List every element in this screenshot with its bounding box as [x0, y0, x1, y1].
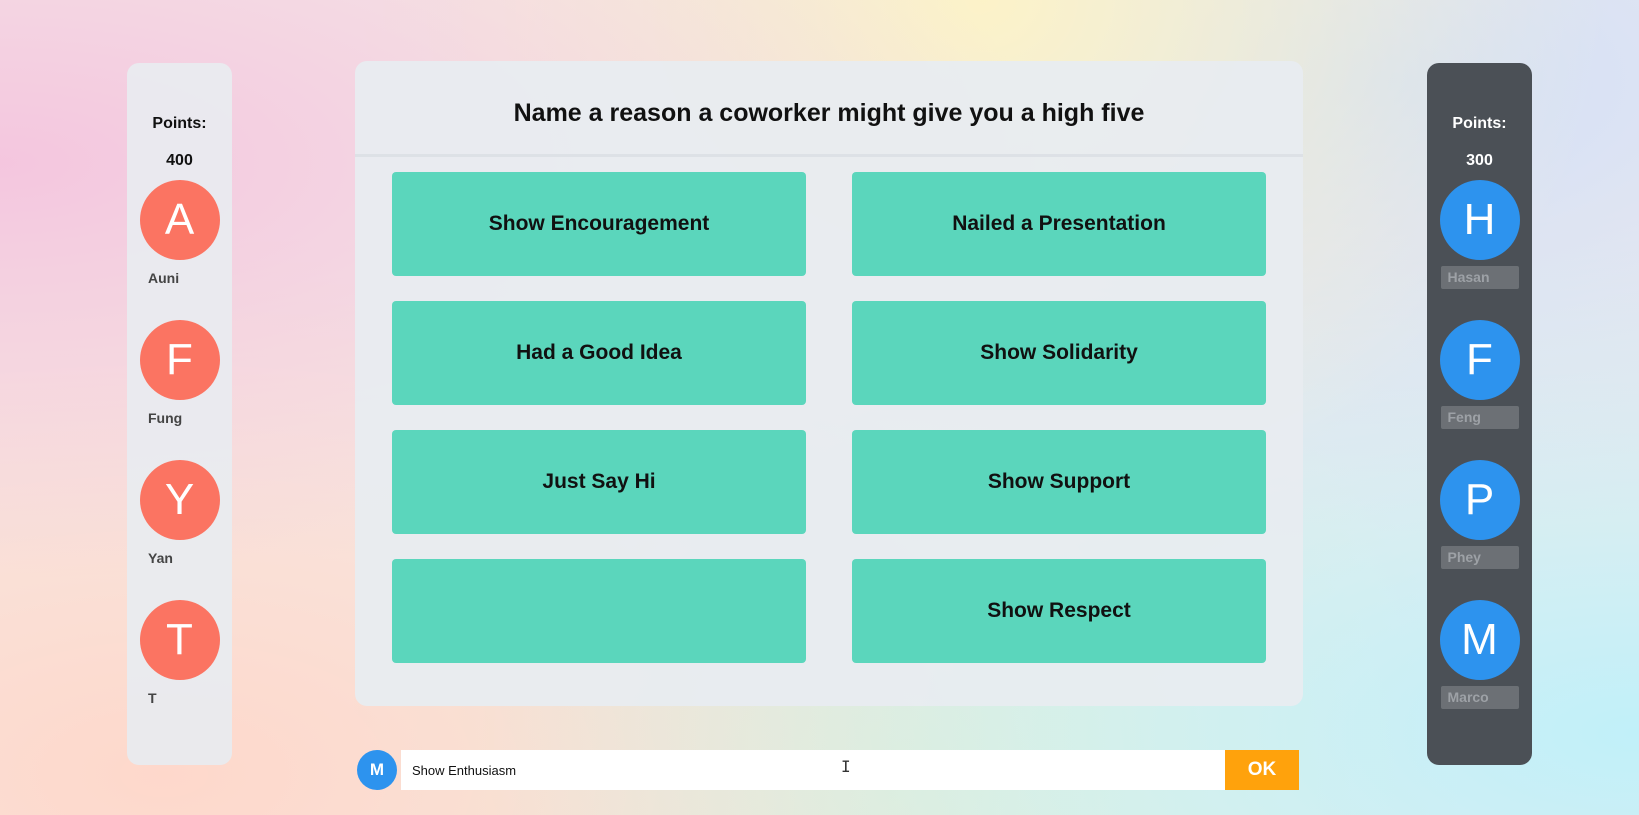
avatar: F [1439, 320, 1520, 400]
player-name: Fung [148, 410, 183, 426]
right-player: H Hasan [1427, 180, 1532, 320]
player-name: Phey [1440, 546, 1519, 569]
right-team-panel: Points: 300 H Hasan F Feng P Phey M Marc… [1427, 63, 1532, 765]
answer-tile: Nailed a Presentation [852, 172, 1266, 276]
avatar: M [1439, 600, 1520, 680]
right-player: F Feng [1427, 320, 1532, 460]
answer-tile: Show Solidarity [852, 301, 1266, 405]
right-player: P Phey [1427, 460, 1532, 600]
player-name: Marco [1440, 686, 1519, 709]
left-player: T T [127, 600, 232, 740]
avatar: Y [139, 460, 220, 540]
answer-tile: Show Support [852, 430, 1266, 534]
player-name: Yan [148, 550, 173, 566]
ok-button[interactable]: OK [1225, 750, 1299, 790]
text-cursor-icon: I [841, 757, 851, 776]
question-bar: Name a reason a coworker might give you … [355, 61, 1303, 157]
left-player: Y Yan [127, 460, 232, 600]
answer-tile: Show Respect [852, 559, 1266, 663]
avatar: H [1439, 180, 1520, 260]
player-name: T [148, 690, 157, 706]
left-player: F Fung [127, 320, 232, 460]
answer-tile: Just Say Hi [392, 430, 806, 534]
left-player: A Auni [127, 180, 232, 320]
player-name: Feng [1440, 406, 1519, 429]
right-points-value: 300 [1466, 152, 1493, 169]
left-points-value: 400 [166, 152, 193, 169]
avatar: F [139, 320, 220, 400]
avatar: A [139, 180, 220, 260]
answer-grid: Show Encouragement Nailed a Presentation… [392, 172, 1266, 663]
game-board: Name a reason a coworker might give you … [355, 61, 1303, 706]
answer-tile-hidden [392, 559, 806, 663]
avatar: T [139, 600, 220, 680]
left-points-label: Points: [152, 115, 207, 132]
right-points-label: Points: [1452, 115, 1507, 132]
player-name: Hasan [1440, 266, 1519, 289]
player-name: Auni [148, 270, 180, 286]
question-text: Name a reason a coworker might give you … [513, 99, 1145, 127]
answer-tile: Had a Good Idea [392, 301, 806, 405]
right-player: M Marco [1427, 600, 1532, 740]
avatar: P [1439, 460, 1520, 540]
answer-input[interactable] [401, 750, 1225, 790]
answer-input-bar: M OK [355, 747, 1303, 793]
left-team-panel: Points: 400 A Auni F Fung Y Yan T T [127, 63, 232, 765]
answer-tile: Show Encouragement [392, 172, 806, 276]
current-player-avatar: M [357, 750, 397, 790]
